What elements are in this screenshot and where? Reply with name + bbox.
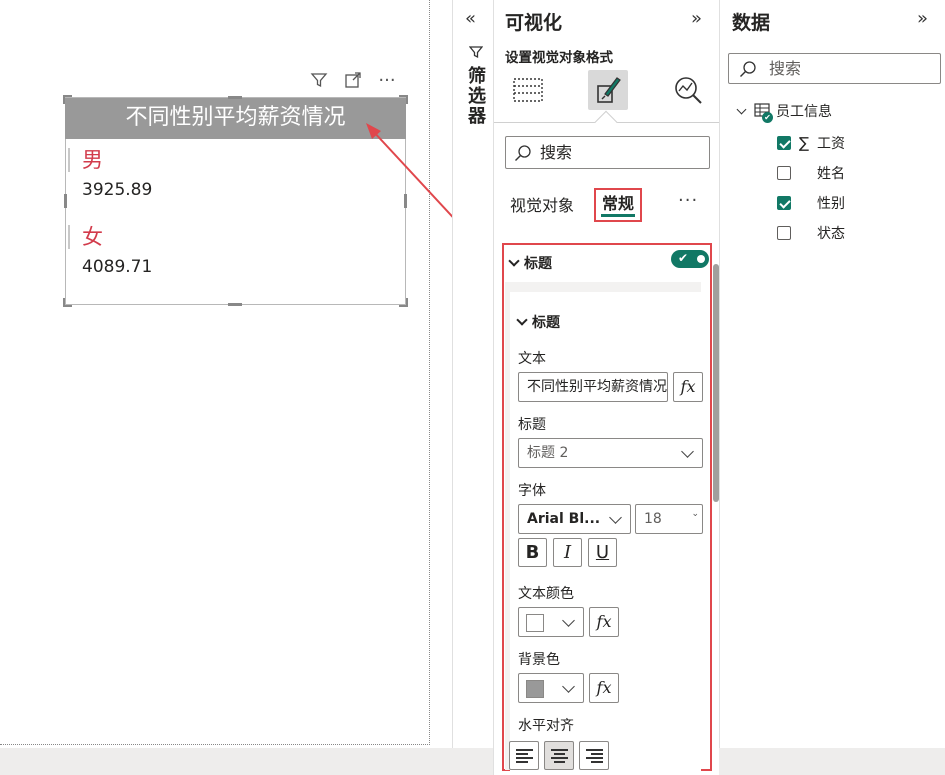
title-format-section: 标题 ✔ 标题 文本 不同性别平均薪资情况 fx 标题 标题 2 字体 Aria…	[502, 243, 712, 772]
font-size-stepper[interactable]: 18 ⌃ ⌄	[635, 504, 703, 534]
field-name: 状态	[817, 226, 845, 242]
bg-color-picker[interactable]	[518, 673, 584, 703]
subsection-title-label: 标题	[532, 315, 560, 331]
resize-handle[interactable]	[228, 303, 242, 306]
field-name: 工资	[817, 136, 845, 152]
field-checkbox[interactable]	[777, 226, 791, 240]
align-left-button[interactable]	[509, 741, 539, 770]
color-swatch	[526, 614, 544, 632]
field-item[interactable]: ∑ 工资	[777, 133, 845, 153]
data-pane: 数据 » ✔ 员工信息 ∑ 工资姓名性别状态	[719, 0, 945, 748]
check-badge-icon: ✔	[762, 112, 773, 123]
chevron-down-icon	[681, 445, 694, 458]
table-name: 员工信息	[776, 104, 832, 120]
field-item[interactable]: 性别	[777, 193, 845, 213]
collapse-pane-icon[interactable]: »	[917, 8, 928, 29]
status-bar	[0, 748, 945, 775]
visualizations-pane: 可视化 » 设置视觉对象格式 视觉对象 常规 ··· 标题 ✔ 标题 文本	[493, 0, 720, 775]
italic-button[interactable]: I	[553, 538, 582, 567]
field-checkbox[interactable]	[777, 166, 791, 180]
report-canvas[interactable]: ··· 不同性别平均薪资情况 男 3925.89 女 4089.71	[0, 0, 501, 745]
search-input[interactable]	[538, 139, 703, 166]
collapse-pane-icon[interactable]: »	[691, 8, 702, 29]
filter-icon	[468, 44, 484, 63]
field-name: 性别	[817, 196, 845, 212]
chevron-down-icon	[609, 511, 622, 524]
tab-general[interactable]: 常规	[594, 188, 643, 222]
table-node[interactable]: ✔ 员工信息	[736, 101, 832, 123]
more-options-icon[interactable]: ···	[678, 190, 698, 211]
color-swatch	[526, 680, 544, 698]
field-item[interactable]: 姓名	[777, 163, 845, 183]
analytics-icon[interactable]	[668, 70, 708, 110]
filters-label[interactable]: 筛选器	[462, 66, 488, 126]
title-subcard: 标题 文本 不同性别平均薪资情况 fx 标题 标题 2 字体 Arial Bl.…	[510, 292, 703, 772]
section-header-title[interactable]: 标题	[508, 253, 552, 273]
field-checkbox[interactable]	[777, 136, 791, 150]
fx-button[interactable]: fx	[589, 673, 619, 703]
search-input[interactable]	[767, 56, 937, 81]
font-label: 字体	[518, 483, 546, 499]
align-center-button[interactable]	[544, 741, 574, 770]
chevron-down-icon	[562, 680, 575, 693]
text-color-picker[interactable]	[518, 607, 584, 637]
bold-button[interactable]: B	[518, 538, 547, 567]
expand-filters-icon[interactable]: «	[465, 8, 476, 29]
heading-value: 标题 2	[527, 445, 569, 461]
chevron-down-icon	[516, 314, 528, 326]
align-right-button[interactable]	[579, 741, 609, 770]
chevron-down-icon	[508, 255, 520, 267]
font-family-value: Arial Bl...	[527, 511, 601, 527]
check-icon: ✔	[678, 251, 689, 265]
title-toggle[interactable]: ✔	[671, 250, 709, 268]
title-subpanel: 标题 文本 不同性别平均薪资情况 fx 标题 标题 2 字体 Arial Bl.…	[505, 282, 703, 772]
search-icon	[514, 144, 532, 166]
filter-pane-collapsed[interactable]: « 筛选器	[452, 0, 493, 748]
underline-button[interactable]: U	[588, 538, 617, 567]
tab-general-label: 常规	[602, 194, 635, 213]
heading-dropdown[interactable]: 标题 2	[518, 438, 703, 468]
table-icon: ✔	[754, 103, 773, 123]
text-color-label: 文本颜色	[518, 586, 574, 602]
section-title-label: 标题	[524, 256, 552, 272]
field-checkbox[interactable]	[777, 196, 791, 210]
pane-title: 数据	[732, 12, 771, 34]
format-search-box[interactable]	[505, 136, 710, 169]
build-visual-icon[interactable]	[508, 70, 548, 110]
subsection-header-title[interactable]: 标题	[516, 312, 560, 332]
stepper-arrows-icon[interactable]: ⌃ ⌄	[691, 505, 699, 519]
tab-visual[interactable]: 视觉对象	[510, 192, 574, 216]
pane-title: 可视化	[505, 12, 563, 34]
search-icon	[739, 60, 757, 82]
field-name: 姓名	[817, 166, 845, 182]
chevron-down-icon	[736, 104, 747, 114]
font-size-value: 18	[644, 511, 662, 527]
fx-button[interactable]: fx	[589, 607, 619, 637]
format-visual-icon[interactable]	[588, 70, 628, 110]
fx-button[interactable]: fx	[673, 372, 703, 402]
chevron-down-icon	[562, 614, 575, 627]
bg-color-label: 背景色	[518, 652, 560, 668]
font-family-dropdown[interactable]: Arial Bl...	[518, 504, 631, 534]
h-align-label: 水平对齐	[518, 718, 574, 734]
heading-label: 标题	[518, 417, 546, 433]
field-item[interactable]: 状态	[777, 223, 845, 243]
text-label: 文本	[518, 351, 546, 367]
data-search-box[interactable]	[728, 53, 941, 84]
format-visual-subtitle: 设置视觉对象格式	[505, 50, 613, 66]
title-text-field[interactable]: 不同性别平均薪资情况	[518, 372, 668, 402]
sum-icon: ∑	[798, 134, 810, 152]
